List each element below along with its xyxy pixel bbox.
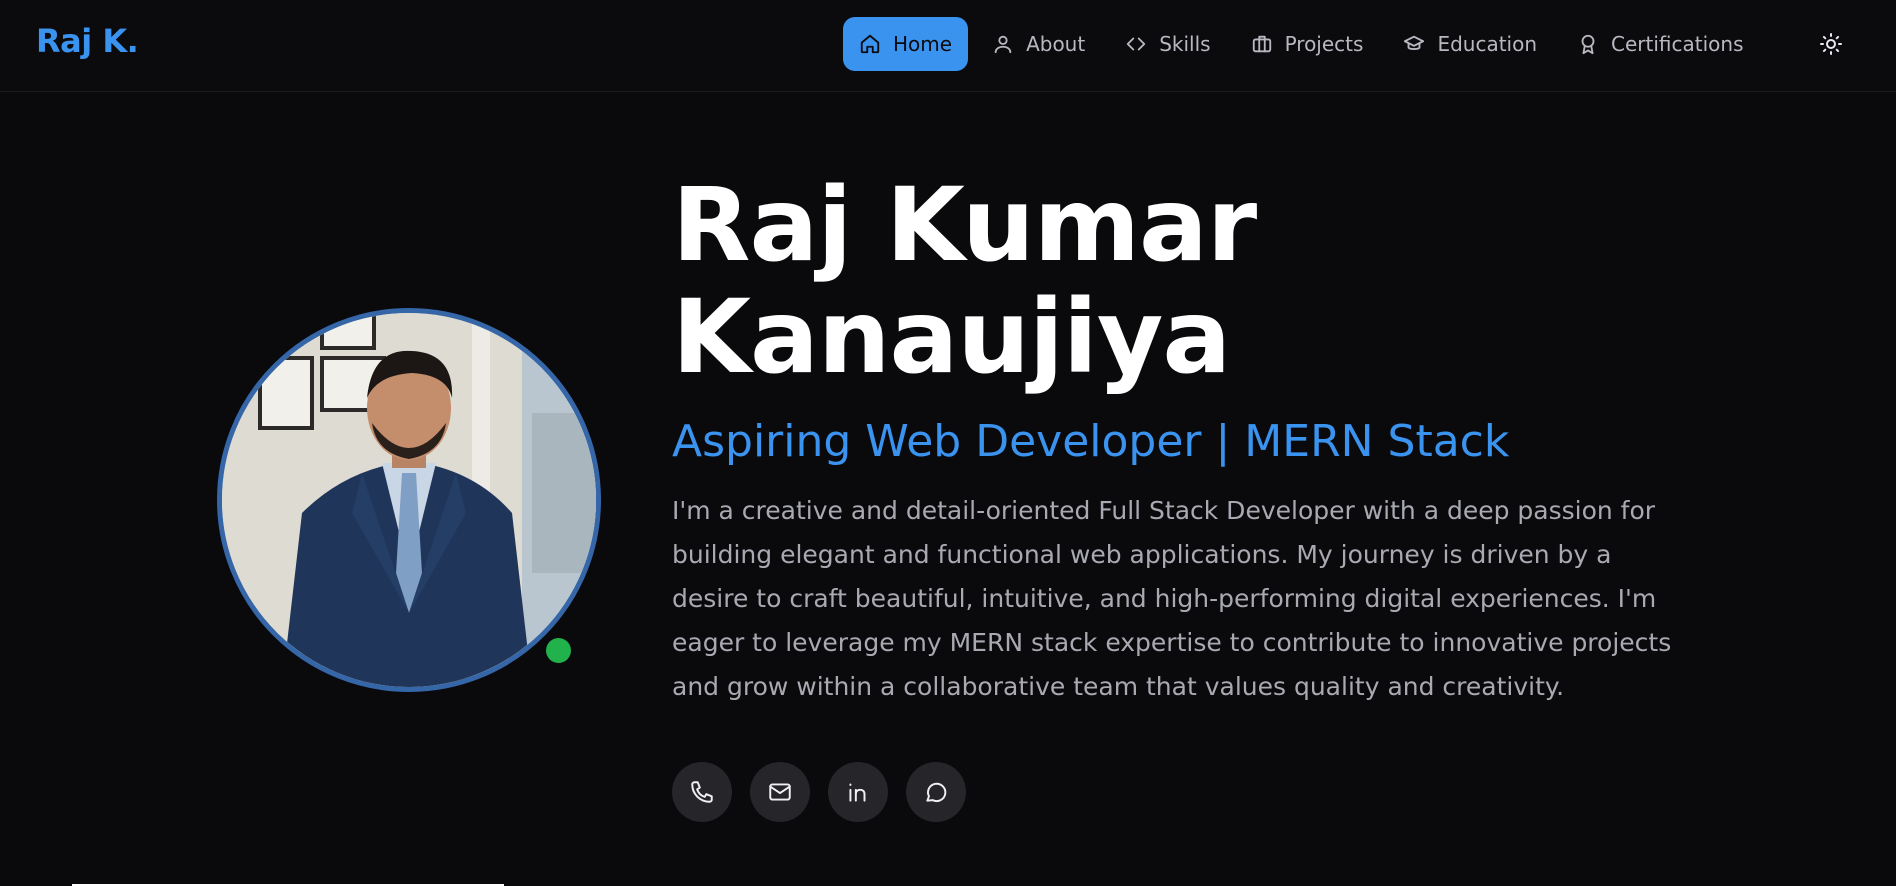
nav-item-home[interactable]: Home <box>843 17 969 71</box>
email-button[interactable] <box>750 762 810 822</box>
hero-name-line2: Kanaujiya <box>672 278 1231 397</box>
nav-item-education[interactable]: Education <box>1387 17 1553 71</box>
avatar <box>217 308 601 692</box>
nav-item-certifications[interactable]: Certifications <box>1561 17 1759 71</box>
social-links <box>672 762 984 822</box>
home-icon <box>860 34 880 54</box>
phone-icon <box>691 781 713 803</box>
award-icon <box>1581 34 1595 55</box>
briefcase-icon <box>1252 35 1271 53</box>
nav-menu: Home About Skills Projects Education Cer… <box>843 17 1768 71</box>
message-icon <box>926 782 947 803</box>
linkedin-button[interactable] <box>828 762 888 822</box>
hero-section: Raj Kumar Kanaujiya Aspiring Web Develop… <box>672 170 1712 709</box>
hero-bio: I'm a creative and detail-oriented Full … <box>672 496 1672 701</box>
brand-logo[interactable]: Raj K. <box>36 22 139 60</box>
navbar: Raj K. Home About Skills Projects Educat… <box>0 0 1896 92</box>
mail-icon <box>769 783 791 801</box>
nav-item-about[interactable]: About <box>976 17 1101 71</box>
nav-item-label: Skills <box>1159 32 1211 56</box>
profile-photo <box>222 313 596 687</box>
hero-name: Raj Kumar Kanaujiya <box>672 170 1292 394</box>
graduation-cap-icon <box>1404 35 1425 50</box>
nav-item-label: Home <box>893 32 953 56</box>
nav-item-label: Projects <box>1284 32 1364 56</box>
online-status-dot <box>546 638 571 663</box>
linkedin-icon <box>849 783 866 802</box>
code-icon <box>1127 37 1146 51</box>
nav-item-label: Education <box>1437 32 1538 56</box>
theme-toggle-button[interactable] <box>1816 29 1846 59</box>
nav-item-projects[interactable]: Projects <box>1235 17 1380 71</box>
hero-name-line1: Raj Kumar <box>672 166 1257 285</box>
sun-icon <box>1820 33 1842 55</box>
hero-role: Aspiring Web Developer | MERN Stack <box>672 416 1510 467</box>
user-icon <box>994 35 1012 54</box>
nav-item-label: Certifications <box>1611 32 1744 56</box>
nav-item-skills[interactable]: Skills <box>1109 17 1226 71</box>
nav-item-label: About <box>1026 32 1086 56</box>
message-button[interactable] <box>906 762 966 822</box>
phone-button[interactable] <box>672 762 732 822</box>
